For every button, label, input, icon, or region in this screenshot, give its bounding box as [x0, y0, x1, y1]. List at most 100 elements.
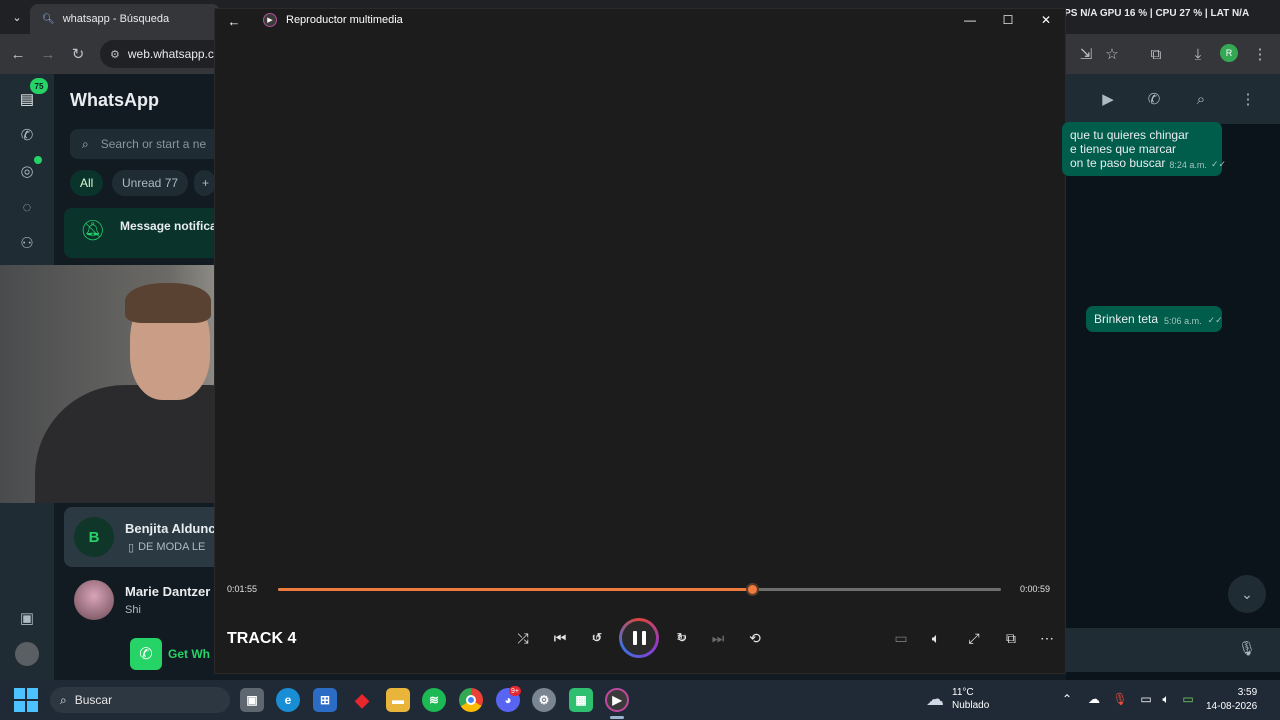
- battery-icon[interactable]: ▭: [1179, 690, 1197, 708]
- task-view-icon[interactable]: ▣: [240, 688, 264, 712]
- tab-search-dropdown-icon[interactable]: ⌄: [8, 8, 26, 26]
- skip-forward-label: 30: [677, 635, 685, 642]
- address-bar-url: web.whatsapp.c: [127, 47, 214, 61]
- maximize-icon[interactable]: ☐: [998, 12, 1018, 28]
- channels-icon[interactable]: ◌: [14, 194, 40, 220]
- media-player-app-icon: ▶: [263, 13, 277, 27]
- search-icon[interactable]: ⌕: [1190, 88, 1212, 110]
- media-player-taskbar-icon[interactable]: ▶: [605, 688, 629, 712]
- calls-icon[interactable]: ✆: [14, 122, 40, 148]
- app-green-icon[interactable]: ▦: [569, 688, 593, 712]
- notification-banner-text: Message notificat: [120, 219, 216, 233]
- chrome-icon[interactable]: [459, 688, 483, 712]
- get-app-banner[interactable]: ✆ Get Wh: [130, 636, 216, 672]
- pause-bar: [632, 631, 637, 645]
- chat-menu-icon[interactable]: ⋮: [1237, 88, 1259, 110]
- reload-icon[interactable]: ↻: [68, 44, 88, 64]
- onedrive-icon[interactable]: ☁: [1085, 690, 1103, 708]
- pause-button[interactable]: [619, 618, 659, 658]
- spotify-icon[interactable]: ≋: [422, 688, 446, 712]
- cloud-icon: ☁: [926, 688, 944, 709]
- display-icon[interactable]: ▭: [1137, 690, 1155, 708]
- microphone-icon[interactable]: 🎙︎: [1238, 638, 1256, 658]
- avatar: B: [74, 517, 114, 557]
- fullscreen-icon[interactable]: ⤢: [962, 626, 986, 650]
- pause-bar: [641, 631, 646, 645]
- notification-banner[interactable]: 🔕︎ Message notificat: [64, 208, 216, 258]
- close-icon[interactable]: ✕: [1036, 12, 1056, 28]
- seek-bar-progress: [278, 588, 752, 591]
- voice-call-icon[interactable]: ✆: [1143, 88, 1165, 110]
- avatar: [74, 580, 114, 620]
- browser-menu-icon[interactable]: ⋮: [1250, 44, 1270, 64]
- download-icon[interactable]: ⤓: [1188, 44, 1208, 64]
- app-red-diamond-icon[interactable]: ◆: [350, 688, 374, 712]
- message-line: que tu quieres chingar: [1070, 128, 1189, 142]
- unread-badge: 75: [30, 78, 48, 94]
- player-window-title: Reproductor multimedia: [286, 14, 403, 26]
- previous-icon[interactable]: ⏮: [548, 626, 572, 650]
- browser-tab[interactable]: 🔍︎ whatsapp - Búsqueda: [30, 4, 220, 34]
- remaining-time: 0:00:59: [1020, 584, 1051, 594]
- taskbar-search[interactable]: ⌕ Buscar: [50, 687, 230, 713]
- mini-player-icon[interactable]: ⧉: [999, 626, 1023, 650]
- windows-logo-tile: [14, 701, 25, 712]
- profile-avatar[interactable]: R: [1220, 44, 1238, 62]
- profile-avatar-rail[interactable]: [15, 642, 39, 666]
- chat-item[interactable]: Marie Dantzer Shi: [64, 570, 216, 630]
- more-options-icon[interactable]: ⋯: [1035, 626, 1059, 650]
- next-icon[interactable]: ⏭: [706, 626, 730, 650]
- taskbar-clock[interactable]: 3:59 14-08-2026: [1206, 686, 1257, 714]
- extensions-icon[interactable]: ⧉: [1146, 44, 1166, 64]
- windows-logo-tile: [27, 701, 38, 712]
- file-explorer-icon[interactable]: ▬: [386, 688, 410, 712]
- volume-icon[interactable]: 🔈︎: [924, 626, 948, 650]
- scroll-down-icon[interactable]: ⌄: [1228, 575, 1266, 613]
- message-bubble-outgoing: que tu quieres chingar e tienes que marc…: [1062, 122, 1226, 176]
- notification-off-icon: 🔕︎: [80, 220, 106, 242]
- discord-badge: 9+: [509, 686, 521, 696]
- settings-icon[interactable]: ⚙: [532, 688, 556, 712]
- site-info-icon[interactable]: ⚙: [110, 48, 120, 61]
- weather-widget[interactable]: ☁ 11°C Nublado: [926, 686, 989, 712]
- message-last-line: on te paso buscar 8:24 a.m. ✓✓: [1070, 156, 1226, 170]
- chat-preview: DE MODA LE: [138, 541, 206, 553]
- search-favicon-icon: 🔍︎: [42, 13, 55, 25]
- microphone-icon[interactable]: 🎙︎: [1111, 690, 1129, 708]
- install-app-icon[interactable]: ⇲: [1076, 44, 1096, 64]
- filter-add[interactable]: +: [194, 170, 216, 196]
- communities-icon[interactable]: ⚇: [14, 230, 40, 256]
- back-arrow-icon[interactable]: ←: [8, 44, 28, 64]
- message-time: 8:24 a.m.: [1169, 160, 1207, 170]
- filter-unread[interactable]: Unread 77: [112, 170, 189, 196]
- start-button[interactable]: [14, 688, 38, 712]
- shuffle-icon[interactable]: ⤮: [511, 626, 535, 650]
- forward-arrow-icon[interactable]: →: [38, 44, 58, 64]
- speaker-icon[interactable]: 🔈︎: [1157, 690, 1175, 708]
- store-icon[interactable]: ⊞: [313, 688, 337, 712]
- media-icon[interactable]: ▣: [14, 605, 40, 631]
- minimize-icon[interactable]: —: [960, 12, 980, 28]
- filter-all[interactable]: All: [70, 170, 104, 196]
- chat-search-input[interactable]: ⌕ Search or start a ne: [70, 129, 220, 159]
- seek-thumb[interactable]: [745, 583, 759, 596]
- chat-preview-row: ▯ DE MODA LE: [128, 541, 205, 554]
- message-line: Brinken teta: [1094, 312, 1159, 326]
- bookmark-star-icon[interactable]: ☆: [1102, 44, 1122, 64]
- address-bar[interactable]: ⚙ web.whatsapp.c: [100, 40, 220, 68]
- subtitles-icon[interactable]: ▭: [889, 626, 913, 650]
- chat-item[interactable]: B Benjita Aldunce ▯ DE MODA LE: [64, 507, 216, 567]
- whatsapp-title: WhatsApp: [70, 90, 159, 110]
- repeat-off-icon[interactable]: ⟲: [743, 626, 767, 650]
- edge-icon[interactable]: e: [276, 688, 300, 712]
- get-app-text: Get Wh: [168, 647, 210, 661]
- search-icon: ⌕: [82, 136, 89, 151]
- read-ticks-icon: ✓✓: [1210, 159, 1227, 169]
- show-hidden-icons-icon[interactable]: ⌃: [1058, 690, 1076, 708]
- message-time: 5:06 a.m.: [1164, 316, 1202, 326]
- active-app-indicator: [610, 716, 624, 719]
- message-bubble-outgoing: Brinken teta 5:06 a.m. ✓✓: [1086, 306, 1223, 332]
- video-call-icon[interactable]: ▶: [1097, 88, 1119, 110]
- back-arrow-icon[interactable]: ←: [226, 13, 242, 29]
- track-title: TRACK 4: [227, 630, 297, 647]
